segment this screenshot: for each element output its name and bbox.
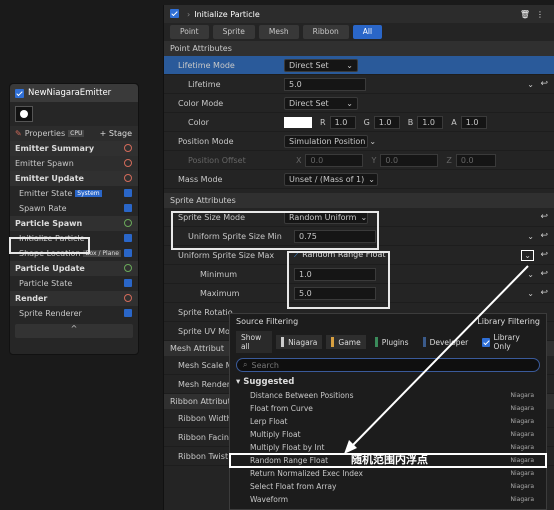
annotation-label: 随机范围内浮点 [351, 453, 428, 466]
annotation-arrow [344, 265, 529, 454]
